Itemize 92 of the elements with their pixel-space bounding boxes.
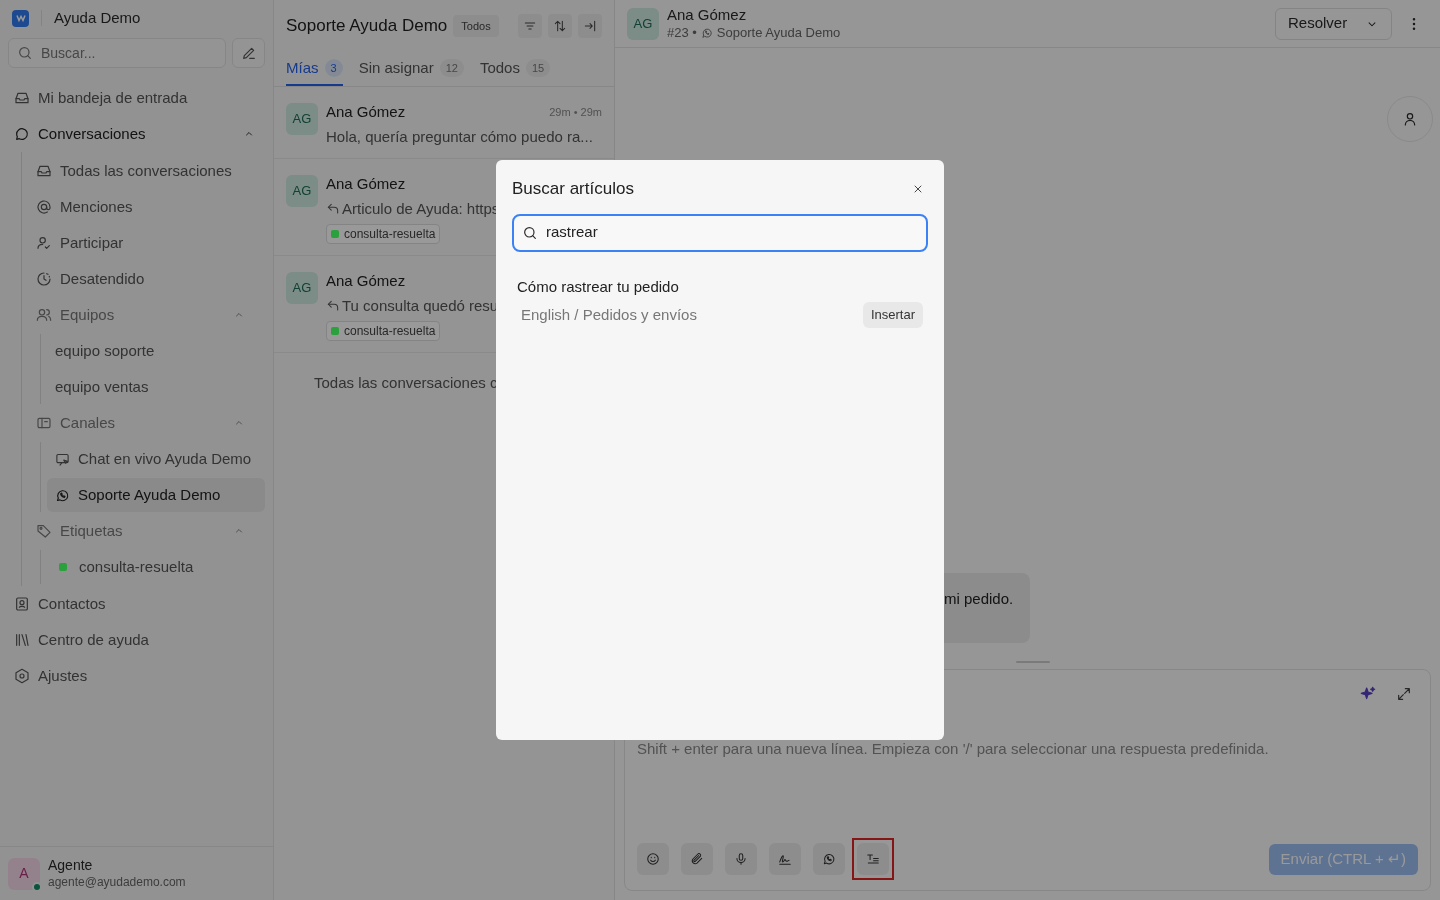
inbox-item[interactable]: Soporte Ayuda Demo — [47, 478, 265, 512]
contact-name: Ana Gómez — [326, 174, 406, 194]
timestamp: 29m • 29m — [549, 105, 602, 120]
conversation-tab[interactable]: Mías 3 — [286, 52, 343, 86]
label-tag: consulta-resuelta — [326, 321, 441, 341]
smiley-icon — [646, 852, 660, 866]
contact-avatar: AG — [627, 7, 659, 40]
inbox-icon — [36, 163, 52, 179]
inbox-icon — [14, 90, 30, 106]
label-tag: consulta-resuelta — [326, 224, 441, 244]
phone-bubble-icon — [55, 487, 70, 503]
phone-bubble-icon — [700, 26, 713, 39]
chat-bubble-icon — [14, 126, 30, 142]
compose-button[interactable] — [232, 38, 265, 68]
books-icon — [14, 632, 30, 648]
pencil-icon — [240, 45, 257, 61]
sidebar-item[interactable]: Mi bandeja de entrada — [8, 81, 265, 115]
signature-button[interactable] — [769, 843, 801, 875]
sidebar-item[interactable]: Desatendido — [28, 262, 265, 296]
user-name: Agente — [48, 857, 94, 875]
people-icon — [36, 307, 52, 323]
contact-name: Ana Gómez — [326, 102, 406, 122]
conversation-item[interactable]: AG Ana Gómez 29m • 29m Hola, quería preguntar cómo puedo ra... — [274, 87, 614, 159]
sidebar-group[interactable]: Etiquetas — [28, 514, 265, 548]
contact-avatar: AG — [286, 272, 318, 304]
microphone-icon — [734, 852, 748, 866]
expand-button[interactable] — [1396, 686, 1412, 702]
search-icon — [17, 45, 33, 61]
label-item[interactable]: consulta-resuelta — [47, 550, 265, 584]
message-preview: Hola, quería preguntar cómo puedo ra... — [326, 126, 593, 147]
at-sign-icon — [36, 199, 52, 215]
app-logo-icon — [12, 9, 29, 27]
count-badge: 15 — [525, 58, 551, 78]
clock-icon — [36, 271, 52, 287]
chat-window-icon — [55, 451, 70, 467]
phone-bubble-icon — [822, 852, 836, 866]
lines-icon — [523, 19, 537, 33]
contact-avatar: AG — [286, 175, 318, 207]
text-lines-icon — [866, 852, 880, 866]
filter-button[interactable] — [518, 14, 542, 38]
panel-icon — [36, 415, 52, 431]
team-item[interactable]: equipo soporte — [47, 334, 265, 368]
inbox-title: Soporte Ayuda Demo — [286, 15, 448, 38]
sidebar-group[interactable]: Conversaciones — [8, 117, 265, 151]
sidebar-item[interactable]: Ajustes — [8, 659, 265, 693]
sidebar-group[interactable]: Equipos — [28, 298, 265, 332]
sidebar-item[interactable]: Menciones — [28, 190, 265, 224]
sort-button[interactable] — [548, 14, 572, 38]
status-filter-button[interactable]: Todos — [453, 14, 499, 38]
contact-avatar: AG — [286, 103, 318, 135]
conversation-tab[interactable]: Todos 15 — [479, 52, 551, 86]
insert-button[interactable]: Insertar — [862, 302, 923, 328]
article-search-field[interactable]: rastrear — [512, 213, 928, 252]
sidebar-item[interactable]: Contactos — [8, 587, 265, 621]
attach-button[interactable] — [681, 843, 713, 875]
contact-name: Ana Gómez — [326, 271, 406, 291]
contact-card-icon — [14, 596, 30, 612]
expand-icon — [1396, 686, 1412, 702]
arrow-to-bar-icon — [583, 19, 597, 33]
sidebar-item[interactable]: Centro de ayuda — [8, 623, 265, 657]
tag-icon — [36, 523, 52, 539]
search-icon — [522, 224, 538, 241]
inbox-item[interactable]: Chat en vivo Ayuda Demo — [47, 442, 265, 476]
sidebar-item[interactable]: Todas las conversaciones — [28, 154, 265, 188]
sidebar-group[interactable]: Canales — [28, 406, 265, 440]
user-avatar[interactable]: A — [8, 857, 40, 890]
signature-icon — [778, 852, 792, 866]
user-email: agente@ayudademo.com — [48, 874, 186, 890]
whatsapp-template-button[interactable] — [813, 843, 845, 875]
emoji-button[interactable] — [637, 843, 669, 875]
message-input[interactable]: Shift + enter para una nueva línea. Empieza con '/' para seleccionar una respuesta predefinida. — [637, 738, 1418, 838]
person-check-icon — [36, 235, 52, 251]
inbox-name: Soporte Ayuda Demo — [716, 24, 841, 41]
resolve-button[interactable]: Resolver — [1275, 7, 1392, 40]
workspace-name: Ayuda Demo — [54, 7, 141, 28]
team-item[interactable]: equipo ventas — [47, 370, 265, 404]
up-down-arrows-icon — [553, 19, 567, 33]
person-icon — [1402, 111, 1418, 127]
conversation-tab[interactable]: Sin asignar 12 — [358, 52, 464, 86]
collapse-panel-button[interactable] — [578, 14, 602, 38]
conversation-number: #23 • — [667, 24, 697, 41]
voice-button[interactable] — [725, 843, 757, 875]
search-field[interactable]: Buscar... — [8, 38, 226, 68]
search-input[interactable]: Buscar... — [41, 42, 217, 64]
settings-icon — [14, 668, 30, 684]
sparkle-icon — [1360, 686, 1376, 702]
count-badge: 3 — [324, 58, 343, 78]
contact-name: Ana Gómez — [667, 6, 748, 25]
ai-assist-button[interactable] — [1360, 686, 1376, 702]
count-badge: 12 — [439, 58, 464, 78]
paperclip-icon — [690, 852, 704, 866]
sidebar-item[interactable]: Participar — [28, 226, 265, 260]
